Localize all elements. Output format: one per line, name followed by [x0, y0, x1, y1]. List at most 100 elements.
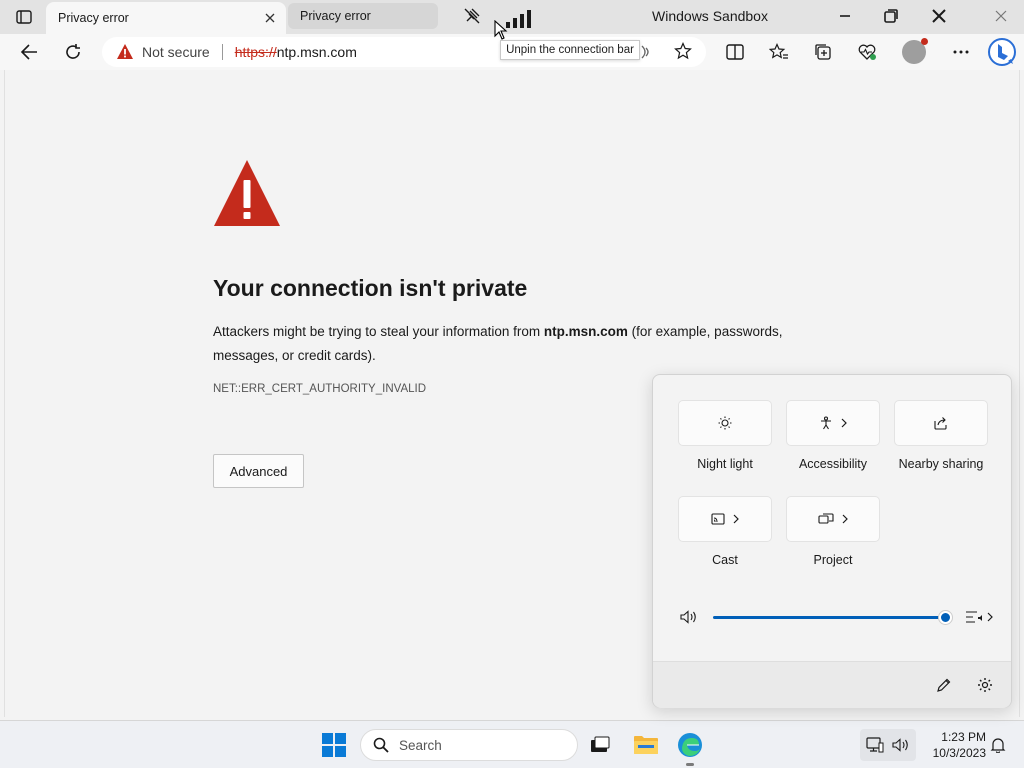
mouse-cursor-icon	[494, 19, 508, 45]
error-body-host: ntp.msn.com	[543, 324, 628, 339]
volume-slider-track[interactable]	[713, 616, 945, 619]
night-light-tile[interactable]	[678, 400, 772, 446]
url-host: ntp.msn.com	[276, 44, 357, 60]
profile-avatar[interactable]	[902, 38, 928, 64]
chevron-right-icon	[841, 418, 847, 428]
close-icon	[995, 10, 1007, 22]
tab-privacy-error-2[interactable]: Privacy error	[288, 3, 438, 29]
refresh-icon	[66, 44, 80, 59]
error-body-prefix: Attackers might be trying to steal your …	[213, 324, 544, 339]
bing-chat-button[interactable]	[986, 36, 1018, 68]
tab-actions-button[interactable]	[8, 6, 40, 28]
search-placeholder: Search	[399, 737, 442, 753]
taskbar-clock[interactable]: 1:23 PM 10/3/2023	[922, 729, 986, 761]
favorites-icon	[769, 43, 788, 59]
tile-label: Accessibility	[798, 457, 868, 471]
taskbar-search[interactable]: Search	[360, 729, 578, 761]
tile-label: Night light	[697, 457, 753, 471]
accessibility-icon	[821, 416, 831, 430]
network-icon	[866, 737, 884, 753]
close-icon	[265, 13, 275, 23]
window-title: Windows Sandbox	[652, 8, 768, 24]
quick-settings-panel: Night light Accessibility Nearby sharing…	[652, 374, 1012, 708]
audio-output-icon[interactable]	[965, 609, 993, 625]
error-code: NET::ERR_CERT_AUTHORITY_INVALID	[213, 383, 427, 395]
volume-slider-thumb[interactable]	[939, 611, 952, 624]
bing-icon	[988, 38, 1016, 66]
tab-close-button[interactable]	[262, 10, 278, 26]
share-icon	[934, 417, 947, 430]
restore-icon	[884, 9, 898, 23]
unpin-icon	[464, 8, 480, 24]
minimize-button[interactable]	[830, 4, 860, 28]
accessibility-tile[interactable]	[786, 400, 880, 446]
split-screen-button[interactable]	[720, 38, 750, 66]
close-button[interactable]	[924, 4, 954, 28]
read-aloud-icon[interactable]	[640, 44, 652, 63]
project-tile[interactable]	[786, 496, 880, 542]
clock-time: 1:23 PM	[941, 730, 986, 744]
tooltip: Unpin the connection bar	[500, 40, 640, 60]
gear-icon[interactable]	[977, 677, 993, 693]
error-description: Attackers might be trying to steal your …	[213, 320, 833, 368]
project-icon	[818, 513, 834, 524]
speaker-icon[interactable]	[680, 610, 698, 624]
quick-settings-footer	[653, 661, 1011, 708]
task-view-icon	[591, 736, 610, 752]
nearby-sharing-tile[interactable]	[894, 400, 988, 446]
advanced-button[interactable]: Advanced	[213, 454, 304, 488]
tile-label: Project	[813, 553, 853, 567]
volume-icon	[892, 738, 908, 752]
search-icon	[373, 737, 389, 753]
file-explorer-button[interactable]	[632, 731, 660, 759]
tab-strip: Privacy error Privacy error Windows Sand…	[0, 0, 1024, 34]
start-button[interactable]	[322, 733, 346, 757]
url-scheme: https://	[234, 44, 277, 60]
settings-more-button[interactable]	[946, 38, 976, 66]
running-app-indicator	[686, 763, 694, 766]
cast-icon	[711, 513, 725, 525]
edge-icon	[678, 733, 702, 757]
back-arrow-icon	[20, 44, 37, 60]
address-divider	[221, 44, 223, 60]
cast-tile[interactable]	[678, 496, 772, 542]
split-screen-icon	[726, 44, 744, 60]
heart-pulse-icon	[858, 44, 876, 60]
chevron-right-icon	[733, 514, 739, 524]
favorite-star-icon[interactable]	[674, 42, 692, 63]
volume-row	[677, 607, 997, 627]
bell-icon	[990, 738, 1006, 753]
connection-quality-icon[interactable]	[506, 6, 534, 28]
security-status-label[interactable]: Not secure	[142, 44, 210, 60]
unpin-connection-bar-button[interactable]	[458, 4, 486, 28]
close-icon	[932, 9, 946, 23]
refresh-button[interactable]	[58, 38, 88, 66]
restore-button[interactable]	[876, 4, 906, 28]
brightness-icon	[718, 416, 732, 430]
system-tray-quick-settings[interactable]	[860, 729, 916, 761]
tile-label: Nearby sharing	[898, 457, 984, 471]
favorites-button[interactable]	[764, 38, 794, 66]
warning-icon	[117, 44, 133, 59]
tab-label: Privacy error	[58, 11, 129, 25]
back-button[interactable]	[14, 38, 44, 66]
more-dots-icon	[953, 50, 969, 54]
folder-icon	[634, 736, 658, 754]
browser-essentials-button[interactable]	[852, 38, 882, 66]
large-warning-icon	[214, 160, 280, 226]
tile-label: Cast	[712, 553, 738, 567]
tab-privacy-error-1[interactable]: Privacy error	[46, 2, 286, 34]
task-view-button[interactable]	[586, 731, 614, 759]
edge-taskbar-button[interactable]	[676, 731, 704, 759]
browser-close-button[interactable]	[984, 4, 1018, 28]
minimize-icon	[840, 15, 850, 17]
clock-date: 10/3/2023	[932, 746, 986, 760]
pencil-edit-icon[interactable]	[936, 677, 952, 693]
collections-icon	[815, 44, 831, 60]
chevron-right-icon	[842, 514, 848, 524]
taskbar: Search 1:23 PM 10/3/2023	[0, 720, 1024, 768]
notifications-button[interactable]	[988, 735, 1008, 755]
tab-actions-icon	[16, 10, 32, 24]
collections-button[interactable]	[808, 38, 838, 66]
page-title: Your connection isn't private	[213, 275, 528, 301]
